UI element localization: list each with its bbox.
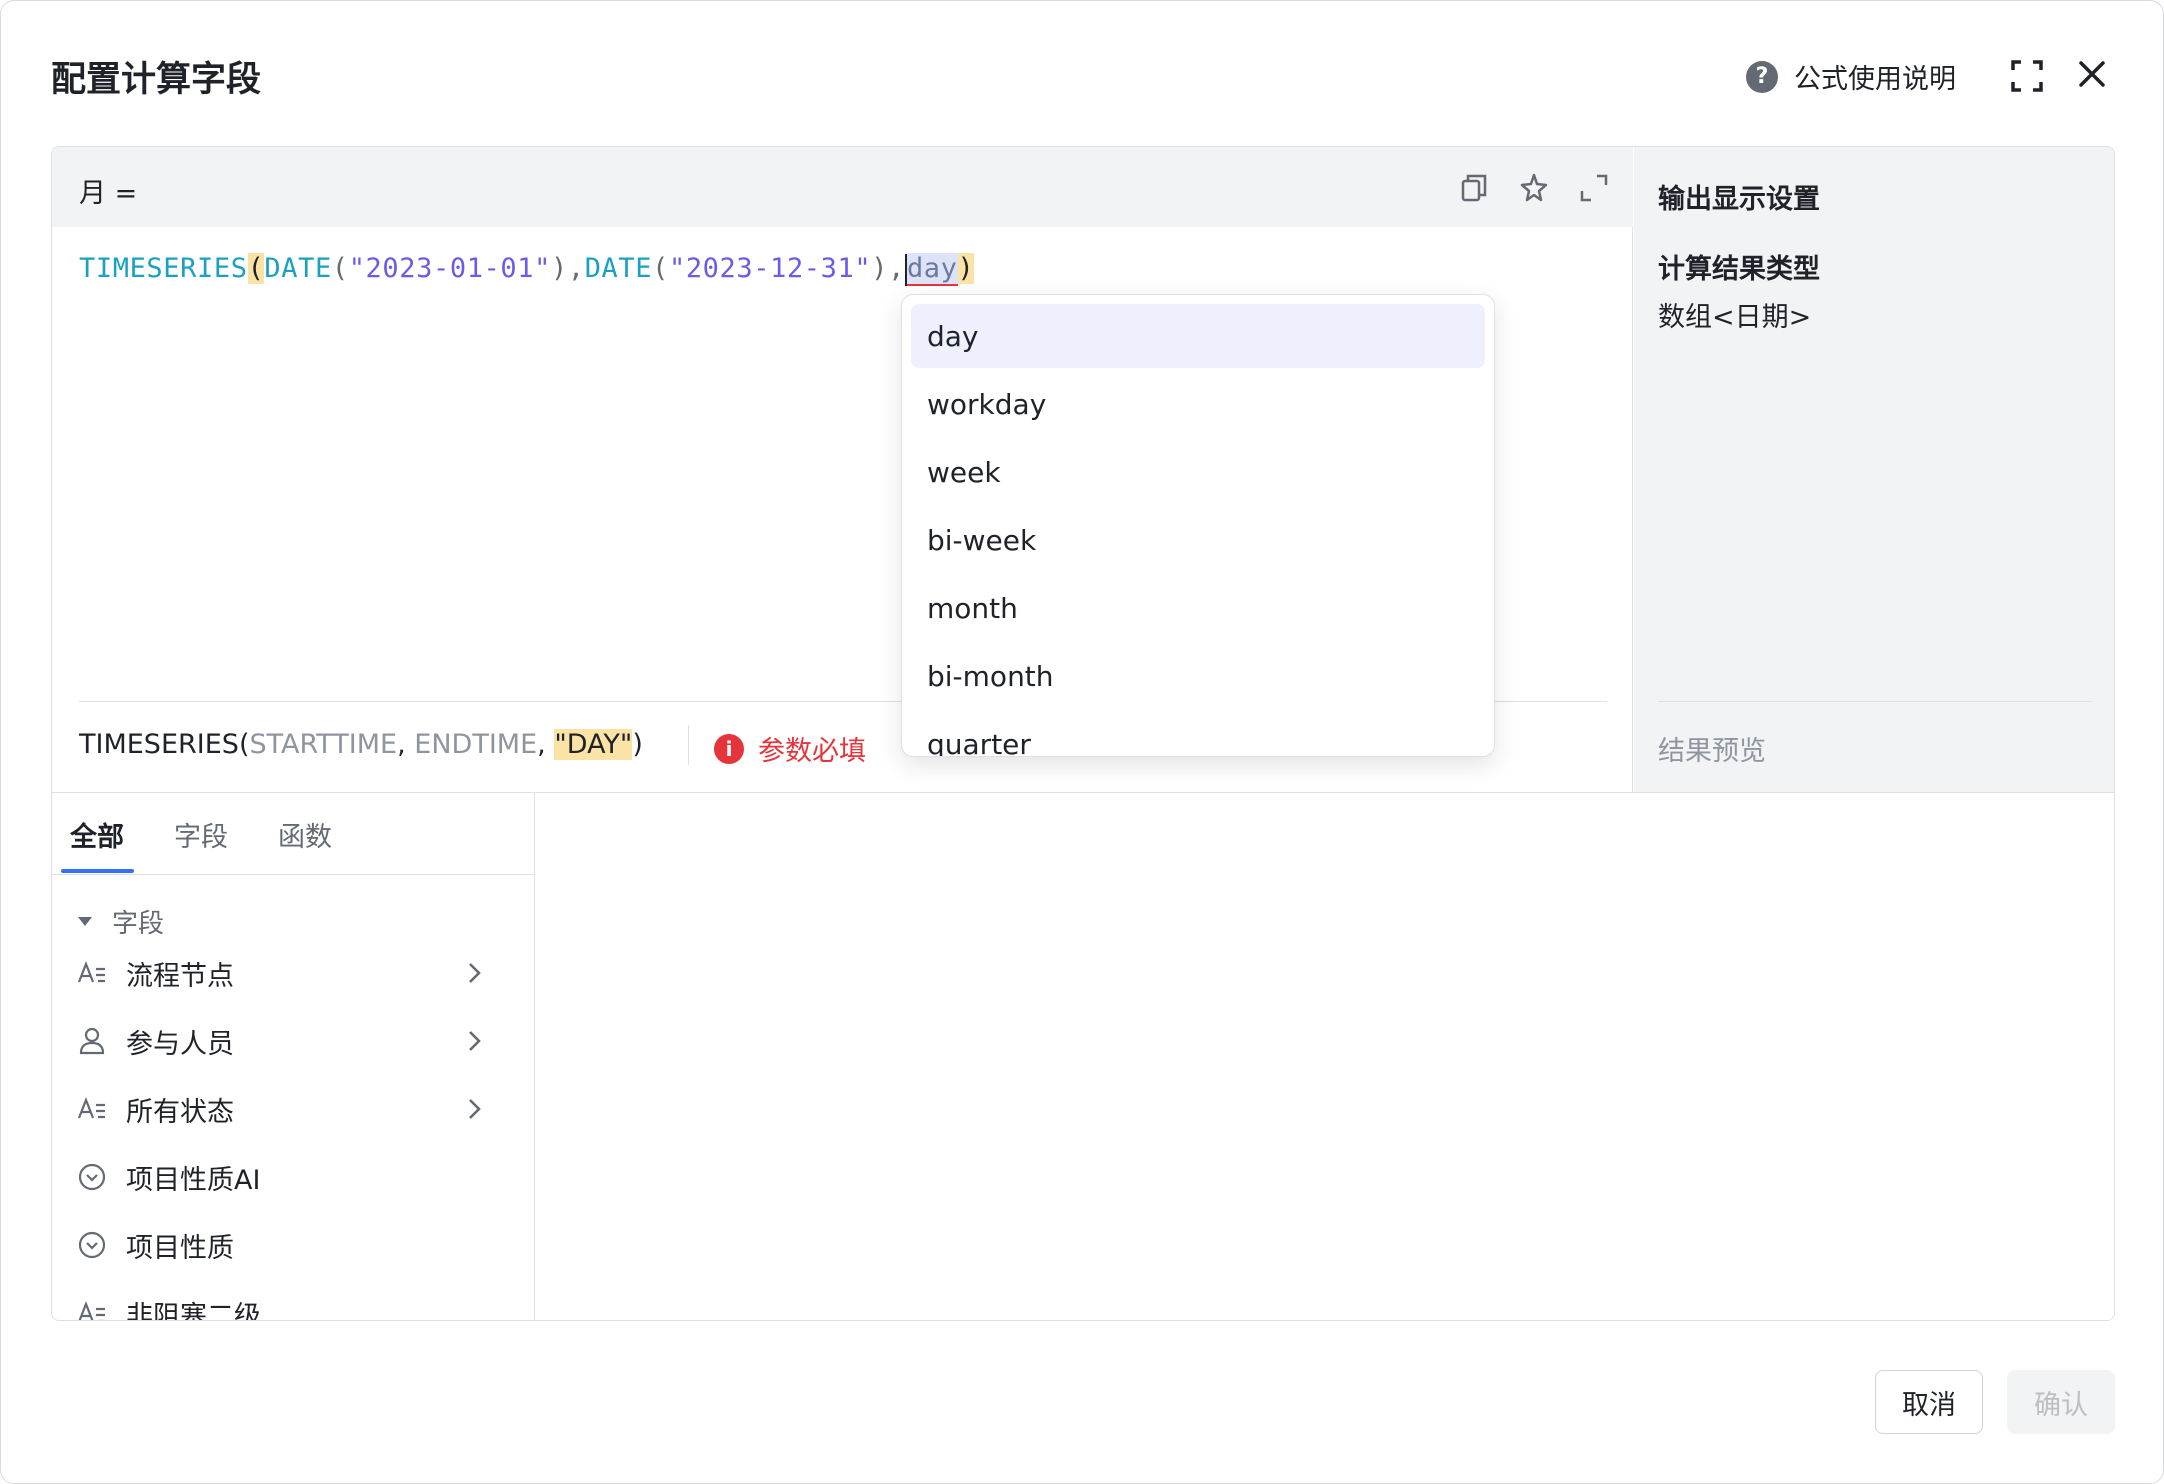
caret-down-icon (78, 917, 92, 926)
code-function: DATE (584, 253, 653, 284)
field-item[interactable]: 流程节点 (52, 942, 534, 1004)
code-paren: ) (871, 253, 889, 284)
suggestion-item[interactable]: week (911, 440, 1485, 504)
result-preview-label: 结果预览 (1658, 736, 1766, 767)
fields-group-label: 字段 (112, 909, 165, 939)
browser-tabs: 全部 字段 函数 (52, 793, 534, 875)
field-item-label: 参与人员 (126, 1028, 234, 1060)
result-type-value: 数组<日期> (1658, 302, 1812, 333)
code-string: "2023-01-01" (348, 253, 551, 284)
suggestion-item[interactable]: month (911, 576, 1485, 640)
signature-paren: ( (238, 729, 250, 760)
signature-paren: ) (632, 729, 643, 760)
close-icon[interactable] (2075, 57, 2109, 91)
suggestion-item[interactable]: bi-month (911, 644, 1485, 708)
param-error: i 参数必填 (714, 729, 866, 768)
signature-param: ENDTIME (414, 729, 538, 760)
person-icon (79, 1027, 105, 1055)
active-tab-indicator (61, 869, 134, 873)
text-field-icon (77, 960, 105, 983)
signature-function: TIMESERIES (79, 729, 239, 760)
function-signature: TIMESERIES(STARTTIME, ENDTIME, "DAY") (79, 729, 643, 760)
text-field-icon (77, 1096, 105, 1119)
code-argument-selected: day (906, 253, 958, 286)
tab-all[interactable]: 全部 (70, 815, 124, 854)
field-item-label: 非阻塞二级 (126, 1300, 261, 1321)
chevron-right-icon (469, 1031, 481, 1051)
select-field-icon (78, 1163, 106, 1191)
chevron-right-icon (469, 1099, 481, 1119)
code-comma: , (888, 253, 905, 284)
suggestion-item[interactable]: quarter (911, 712, 1485, 757)
code-function: TIMESERIES (79, 253, 248, 284)
formula-dialog: 配置计算字段 ? 公式使用说明 月 = TIMESERIES(DATE("202… (0, 0, 2164, 1484)
suggestion-item[interactable]: day (911, 304, 1485, 368)
field-item[interactable]: 非阻塞二级 (52, 1282, 534, 1321)
formula-help-label: 公式使用说明 (1794, 64, 1956, 95)
formula-help-link[interactable]: ? 公式使用说明 (1746, 57, 1956, 96)
code-paren: ( (247, 253, 265, 284)
field-item-label: 项目性质 (126, 1232, 234, 1264)
signature-param-active: "DAY" (554, 729, 633, 760)
code-paren: ( (652, 253, 669, 284)
code-paren: ) (550, 253, 568, 284)
error-info-icon: i (714, 733, 744, 764)
suggestion-item[interactable]: workday (911, 372, 1485, 436)
select-field-icon (78, 1231, 106, 1259)
field-item[interactable]: 所有状态 (52, 1078, 534, 1140)
confirm-button[interactable]: 确认 (2007, 1370, 2115, 1434)
field-item-label: 项目性质AI (126, 1164, 261, 1196)
expand-editor-icon[interactable] (1577, 171, 1611, 205)
text-field-icon (78, 1300, 105, 1320)
divider (1658, 701, 2092, 702)
divider (688, 725, 689, 765)
field-item[interactable]: 参与人员 (52, 1010, 534, 1072)
autocomplete-dropdown: day workday week bi-week month bi-month … (901, 294, 1495, 757)
format-sparkle-icon[interactable] (1517, 171, 1551, 205)
output-settings-panel: 输出显示设置 计算结果类型 数组<日期> 结果预览 (1634, 147, 2114, 792)
field-item-label: 流程节点 (126, 960, 234, 992)
result-type-label: 计算结果类型 (1658, 254, 1820, 285)
formula-code[interactable]: TIMESERIES(DATE("2023-01-01"),DATE("2023… (79, 253, 975, 286)
field-item-label: 所有状态 (126, 1096, 234, 1128)
dialog-title: 配置计算字段 (51, 60, 262, 100)
code-comma: , (567, 253, 585, 284)
question-circle-icon: ? (1746, 60, 1778, 93)
signature-separator: , (537, 729, 555, 760)
fullscreen-icon[interactable] (2009, 58, 2045, 94)
output-settings-title: 输出显示设置 (1658, 184, 1820, 215)
code-paren: ( (331, 253, 349, 284)
fields-group-header[interactable]: 字段 (78, 903, 164, 940)
cancel-button[interactable]: 取消 (1875, 1370, 1983, 1434)
field-item[interactable]: 项目性质AI (52, 1146, 534, 1208)
code-function: DATE (264, 253, 332, 284)
field-item[interactable]: 项目性质 (52, 1214, 534, 1276)
signature-separator: , (397, 729, 415, 760)
suggestion-item[interactable]: bi-week (911, 508, 1485, 572)
code-string: "2023-12-31" (668, 253, 872, 284)
signature-param: STARTTIME (249, 729, 398, 760)
field-name-label: 月 = (79, 178, 138, 209)
item-detail-panel (536, 793, 2114, 1320)
tab-fields[interactable]: 字段 (174, 815, 228, 854)
chevron-right-icon (469, 963, 481, 983)
editor-header: 月 = (52, 147, 1633, 227)
code-paren: ) (957, 253, 975, 284)
tab-functions[interactable]: 函数 (278, 815, 332, 854)
copy-icon[interactable] (1457, 171, 1491, 205)
field-function-browser: 全部 字段 函数 字段 流程节点 参与人员 所有状态 项目性质AI 项目性质 非… (52, 793, 535, 1321)
param-error-text: 参数必填 (758, 736, 866, 767)
